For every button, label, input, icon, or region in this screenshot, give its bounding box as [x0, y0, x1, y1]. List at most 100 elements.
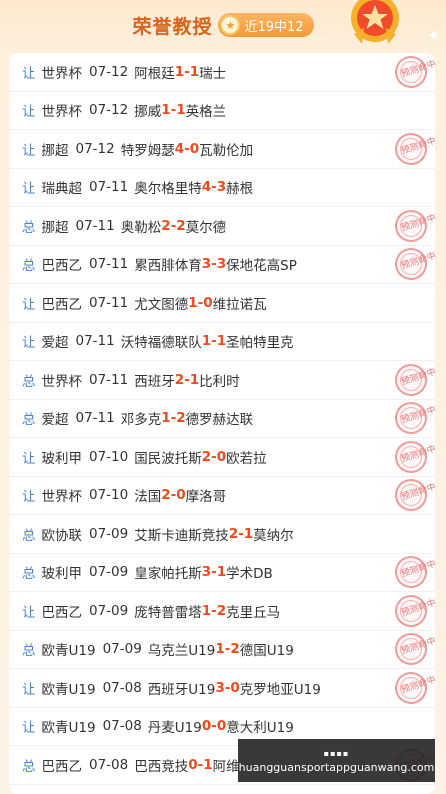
- home-score: 3: [201, 564, 212, 581]
- bet-type: 让: [22, 681, 36, 698]
- away-team: 英格兰: [185, 104, 227, 121]
- list-item[interactable]: 总玻利甲 07-09 皇家帕托斯 3 - 1 学术DB 预测命中: [9, 552, 435, 593]
- away-team: 学术DB: [226, 566, 273, 583]
- away-score: 1: [176, 102, 186, 119]
- list-item[interactable]: 让巴西乙 07-09 庞特普雷塔 1 - 2 克里丘马 预测命中: [9, 590, 435, 631]
- stamp-text: 预测命中: [399, 405, 435, 427]
- bet-type: 让: [22, 104, 36, 121]
- medal-icon: ★: [220, 15, 241, 35]
- away-team: 德罗赫达联: [185, 412, 254, 429]
- match-date: 07-11: [89, 371, 129, 388]
- home-score: 1: [201, 333, 212, 350]
- stamp-text: 预测命中: [399, 251, 435, 273]
- bet-type: 让: [22, 296, 36, 313]
- watermark-icon: ▪▪▪▪: [323, 748, 350, 758]
- home-score: 4: [174, 140, 185, 157]
- match-date: 07-08: [102, 679, 142, 696]
- league-name: 爱超: [41, 412, 69, 429]
- bet-type: 总: [22, 566, 36, 583]
- match-date: 07-11: [89, 179, 129, 196]
- bet-type: 总: [22, 527, 36, 544]
- away-score: 0: [189, 140, 200, 157]
- list-item[interactable]: 让世界杯 07-12 挪威 1 - 1 英格兰: [9, 92, 435, 130]
- match-date: 07-09: [89, 564, 129, 581]
- home-team: 奥尔格里特: [134, 181, 202, 198]
- league-name: 爱超: [41, 335, 69, 352]
- league-name: 世界杯: [41, 373, 83, 390]
- list-item[interactable]: 总世界杯 07-11 西班牙 2 - 1 比利时 预测命中: [9, 359, 435, 400]
- away-team: 赫根: [226, 181, 254, 198]
- away-score: 1: [243, 525, 254, 542]
- away-score: 2: [230, 641, 240, 658]
- away-team: 克罗地亚U19: [239, 681, 321, 698]
- away-score: 2: [176, 410, 186, 427]
- home-team: 邓多克: [120, 412, 162, 429]
- match-date: 07-09: [89, 525, 129, 542]
- match-date: 07-11: [75, 333, 115, 350]
- list-item[interactable]: 总挪超 07-11 奥勒松 2 - 2 莫尔德 预测命中: [9, 205, 435, 246]
- bet-type: 让: [22, 335, 36, 352]
- league-name: 巴西乙: [41, 296, 83, 313]
- bet-type: 总: [22, 643, 36, 660]
- league-name: 挪超: [41, 219, 69, 236]
- home-team: 累西腓体育: [134, 258, 202, 275]
- list-item[interactable]: 让玻利甲 07-10 国民波托斯 2 - 0 欧若拉 预测命中: [9, 436, 435, 477]
- league-name: 玻利甲: [41, 450, 83, 467]
- away-team: 克里丘马: [226, 604, 281, 621]
- away-score: 1: [216, 564, 227, 581]
- watermark: ▪▪▪▪ huangguansportappguanwang.com: [238, 739, 435, 782]
- sparkle-icon: ✦: [426, 26, 440, 45]
- home-team: 法国: [134, 489, 162, 506]
- list-item[interactable]: 总爱超 07-11 邓多克 1 - 2 德罗赫达联 预测命中: [9, 398, 435, 439]
- home-score: 4: [201, 179, 212, 196]
- bet-type: 让: [22, 142, 36, 159]
- star-trophy-icon: [351, 0, 399, 44]
- list-item[interactable]: 总欧协联 07-09 艾斯卡迪斯竞技 2 - 1 莫纳尔: [9, 515, 435, 554]
- away-team: 瑞士: [199, 65, 227, 82]
- away-team: 德国U19: [239, 643, 294, 660]
- hit-stamp-icon: 预测命中: [390, 53, 435, 92]
- away-score: 3: [216, 179, 227, 196]
- away-score: 0: [176, 487, 186, 504]
- league-name: 巴西乙: [41, 604, 83, 621]
- away-score: 0: [216, 448, 227, 465]
- match-date: 07-11: [75, 217, 115, 234]
- league-name: 欧青U19: [41, 681, 96, 698]
- stamp-text: 预测命中: [399, 212, 435, 234]
- prediction-list: 让世界杯 07-12 阿根廷 1 - 1 瑞士 预测命中让世界杯 07-12 挪威 1 - 1英…: [9, 53, 435, 794]
- bet-type: 让: [22, 720, 36, 737]
- away-score: 0: [216, 718, 227, 735]
- list-item[interactable]: 让世界杯 07-10 法国 2 - 0 摩洛哥 预测命中: [9, 475, 435, 516]
- home-team: 庞特普雷塔: [134, 604, 202, 621]
- league-name: 巴西乙: [41, 258, 83, 275]
- away-team: 欧若拉: [226, 450, 267, 467]
- list-item[interactable]: 让世界杯 07-12 阿根廷 1 - 1 瑞士 预测命中: [9, 53, 435, 92]
- home-team: 艾斯卡迪斯竞技: [134, 527, 229, 544]
- stamp-text: 预测命中: [399, 443, 435, 465]
- home-score: 0: [201, 718, 212, 735]
- list-item[interactable]: 总欧青U19 07-09 乌克兰U19 1 - 2 德国U19 预测命中: [9, 629, 435, 670]
- hit-stamp-icon: 预测命中: [390, 667, 435, 708]
- away-score: 0: [230, 679, 240, 696]
- list-item[interactable]: 让瑞典超 07-11 奥尔格里特 4 - 3 赫根: [9, 169, 435, 207]
- home-team: 乌克兰U19: [147, 643, 216, 660]
- home-team: 皇家帕托斯: [134, 566, 202, 583]
- list-item[interactable]: 让挪超 07-12 特罗姆瑟 4 - 0 瓦勒伦加 预测命中: [9, 128, 435, 169]
- list-item[interactable]: 总巴西乙 07-11 累西腓体育 3 - 3 保地花高SP 预测命中: [9, 244, 435, 285]
- away-score: 1: [216, 333, 227, 350]
- list-item[interactable]: 让欧青U19 07-08 西班牙U19 3 - 0 克罗地亚U19 预测命中: [9, 667, 435, 708]
- list-item[interactable]: 让巴西乙 07-11 尤文图德 1 - 0 维拉诺瓦: [9, 284, 435, 323]
- hit-stamp-icon: 预测命中: [390, 205, 435, 246]
- record-text: 近19中12: [244, 19, 304, 35]
- home-team: 巴西竞技: [134, 758, 189, 775]
- away-score: 1: [203, 756, 213, 773]
- bet-type: 总: [22, 412, 36, 429]
- list-item[interactable]: 让爱超 07-11 沃特福德联队 1 - 1 圣帕特里克: [9, 323, 435, 361]
- bet-type: 让: [22, 181, 36, 198]
- home-score: 1: [188, 294, 198, 311]
- match-date: 07-12: [89, 63, 129, 80]
- league-name: 玻利甲: [41, 566, 83, 583]
- bet-type: 让: [22, 489, 36, 506]
- home-team: 沃特福德联队: [120, 335, 202, 352]
- away-team: 维拉诺瓦: [212, 296, 267, 313]
